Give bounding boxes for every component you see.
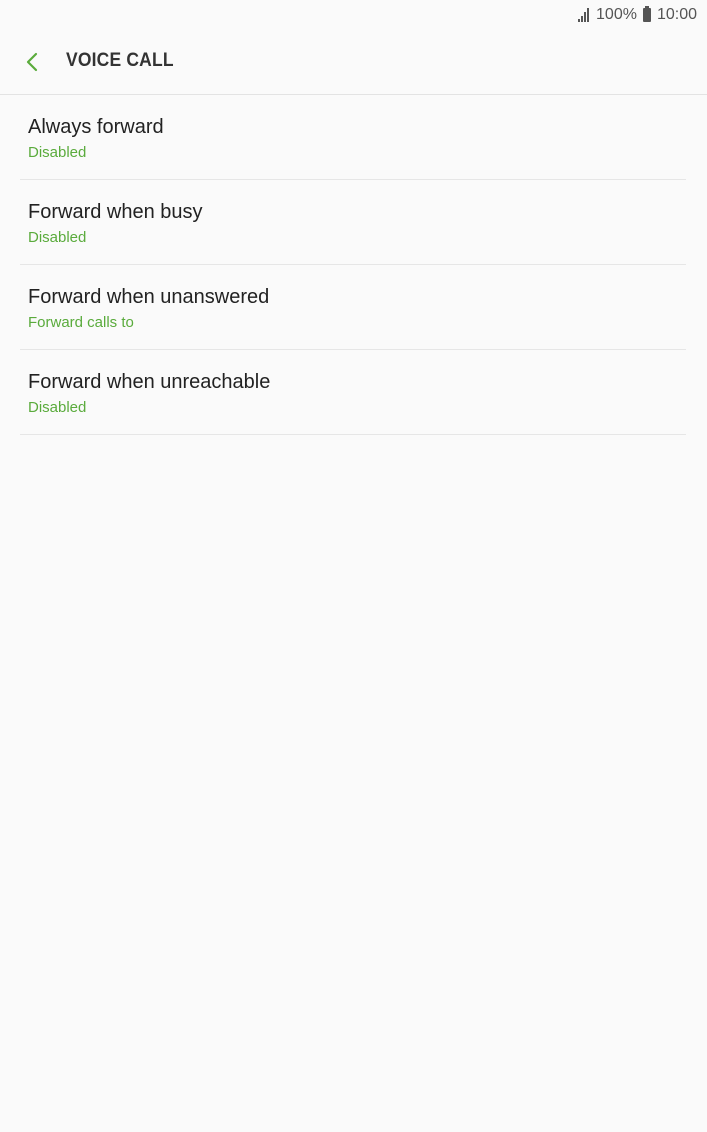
list-item-forward-when-unanswered[interactable]: Forward when unanswered Forward calls to [20, 265, 686, 350]
chevron-left-icon [26, 52, 38, 72]
item-title: Forward when unanswered [28, 286, 270, 308]
battery-icon [642, 6, 651, 22]
item-title: Always forward [28, 116, 164, 138]
item-status: Disabled [28, 229, 87, 246]
back-button[interactable] [18, 48, 46, 76]
item-status: Disabled [28, 399, 87, 416]
item-status: Forward calls to [28, 314, 134, 331]
status-indicators: 100% 10:00 [578, 6, 697, 24]
forwarding-options-list: Always forward Disabled Forward when bus… [20, 95, 686, 435]
app-header: VOICE CALL [0, 30, 707, 95]
page-title: VOICE CALL [66, 50, 174, 71]
list-item-always-forward[interactable]: Always forward Disabled [20, 95, 686, 180]
battery-percentage: 100% [596, 6, 637, 23]
list-item-forward-when-unreachable[interactable]: Forward when unreachable Disabled [20, 350, 686, 435]
status-bar: 100% 10:00 [0, 0, 707, 30]
signal-icon [578, 8, 590, 22]
item-title: Forward when unreachable [28, 371, 271, 393]
clock: 10:00 [656, 6, 697, 23]
list-item-forward-when-busy[interactable]: Forward when busy Disabled [20, 180, 686, 265]
item-title: Forward when busy [28, 201, 203, 223]
item-status: Disabled [28, 144, 87, 161]
